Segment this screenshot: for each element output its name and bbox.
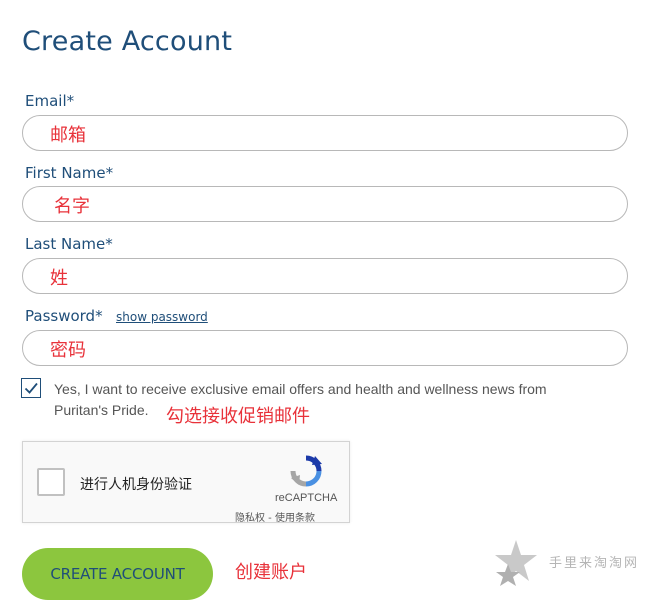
recaptcha-privacy-terms-links[interactable]: 隐私权 - 使用条款 <box>235 509 315 524</box>
watermark-text: 手里来淘淘网 <box>549 556 640 571</box>
recaptcha-brand: reCAPTCHA <box>275 492 338 504</box>
first-name-field-value: 名字 <box>54 196 90 217</box>
first-name-field[interactable]: 名字 <box>22 186 628 222</box>
recaptcha-label: 进行人机身份验证 <box>80 477 192 493</box>
email-field-value: 邮箱 <box>50 125 86 146</box>
last-name-field[interactable]: 姓 <box>22 258 628 294</box>
checkmark-icon <box>24 382 38 394</box>
email-offers-text-line2: Puritan's Pride. <box>54 402 149 418</box>
recaptcha-widget: 进行人机身份验证 reCAPTCHA 隐私权 - 使用条款 <box>22 441 350 524</box>
last-name-field-value: 姓 <box>50 268 68 289</box>
email-label: Email* <box>25 92 75 110</box>
email-offers-text: Yes, I want to receive exclusive email o… <box>54 379 614 421</box>
password-label: Password* <box>25 307 103 325</box>
email-field[interactable]: 邮箱 <box>22 115 628 151</box>
recaptcha-logo-icon <box>290 455 322 487</box>
page-title: Create Account <box>22 26 233 57</box>
create-account-button[interactable]: CREATE ACCOUNT <box>22 548 213 600</box>
show-password-link[interactable]: show password <box>116 310 208 324</box>
last-name-label: Last Name* <box>25 235 113 253</box>
recaptcha-checkbox[interactable] <box>37 468 65 496</box>
email-offers-checkbox[interactable] <box>21 378 41 398</box>
create-account-annotation: 创建账户 <box>235 562 307 583</box>
consent-annotation: 勾选接收促销邮件 <box>166 406 310 427</box>
password-field[interactable]: 密码 <box>22 330 628 366</box>
password-field-value: 密码 <box>50 340 86 361</box>
first-name-label: First Name* <box>25 164 114 182</box>
email-offers-text-line1: Yes, I want to receive exclusive email o… <box>54 381 547 397</box>
